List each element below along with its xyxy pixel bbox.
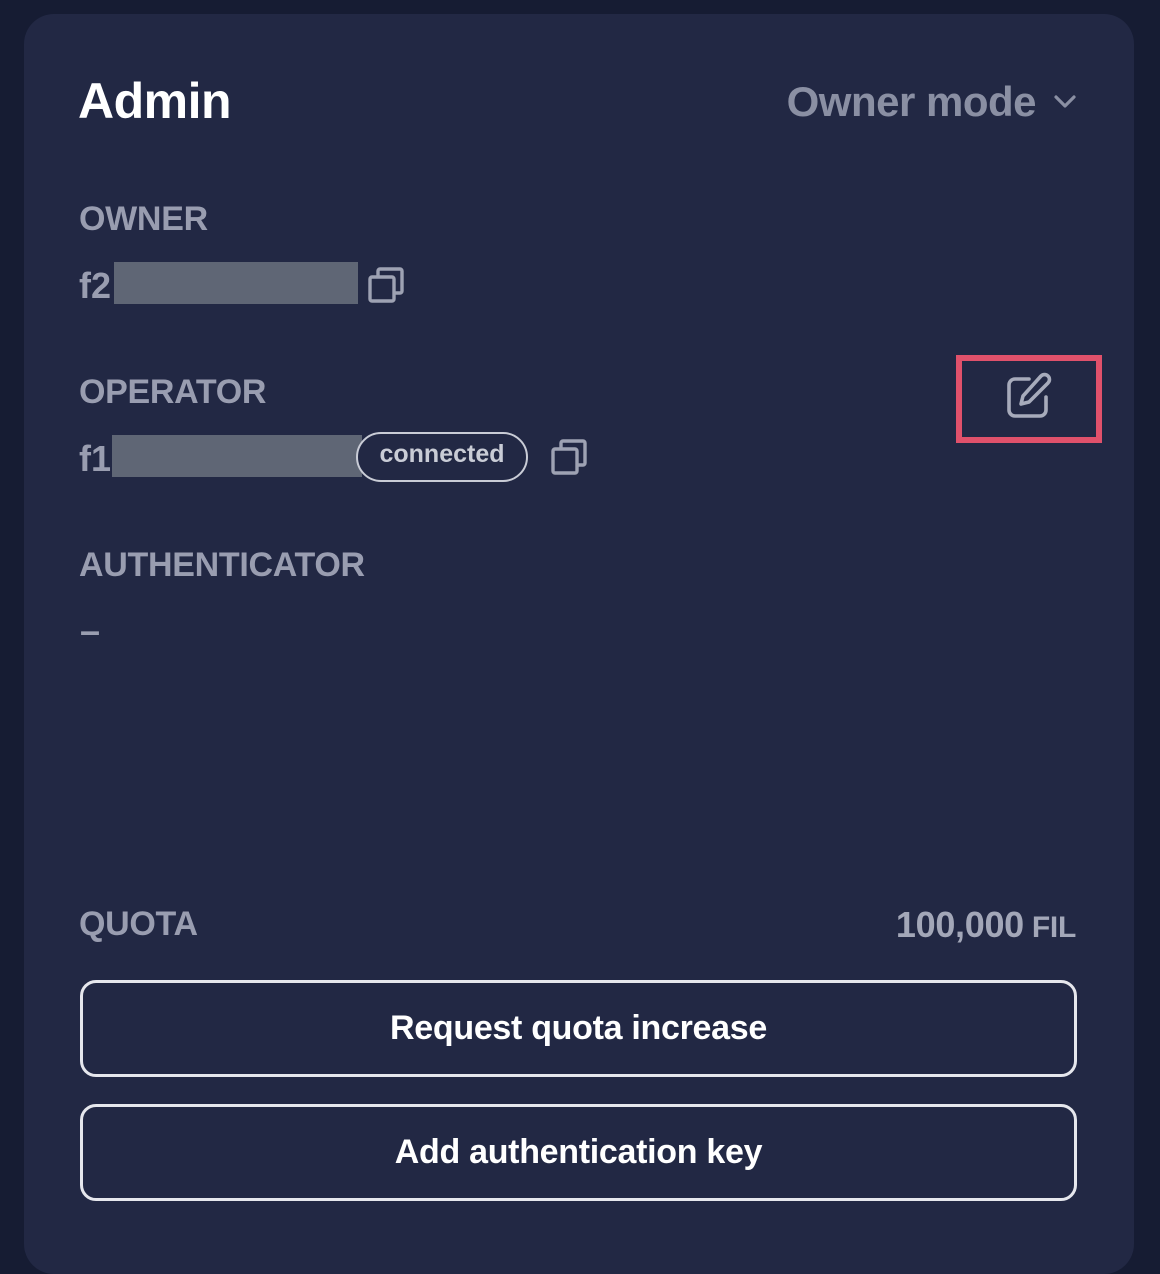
owner-label: OWNER (79, 200, 208, 238)
quota-label: QUOTA (79, 905, 198, 943)
request-quota-increase-button[interactable]: Request quota increase (80, 980, 1077, 1077)
mode-dropdown-label: Owner mode (786, 78, 1037, 125)
authenticator-label: AUTHENTICATOR (79, 546, 365, 584)
operator-address: f1 (79, 438, 112, 479)
status-badge: connected (356, 432, 528, 482)
authenticator-value: – (80, 610, 101, 651)
chevron-down-icon (1050, 87, 1080, 117)
quota-amount: 100,000 (895, 904, 1024, 945)
card-title: Admin (78, 73, 232, 129)
mode-dropdown[interactable]: Owner mode (787, 78, 1080, 126)
copy-icon[interactable] (549, 438, 589, 478)
copy-icon[interactable] (366, 266, 406, 306)
edit-operator-button[interactable] (1000, 370, 1056, 424)
add-authentication-key-button[interactable]: Add authentication key (80, 1104, 1077, 1201)
operator-address-redaction (112, 435, 362, 477)
edit-icon (1007, 372, 1052, 418)
operator-label: OPERATOR (79, 373, 267, 411)
owner-address: f2 (79, 265, 112, 306)
owner-address-redaction (114, 262, 358, 304)
quota-value: 100,000 FIL (896, 904, 1076, 946)
quota-unit: FIL (1031, 911, 1076, 944)
